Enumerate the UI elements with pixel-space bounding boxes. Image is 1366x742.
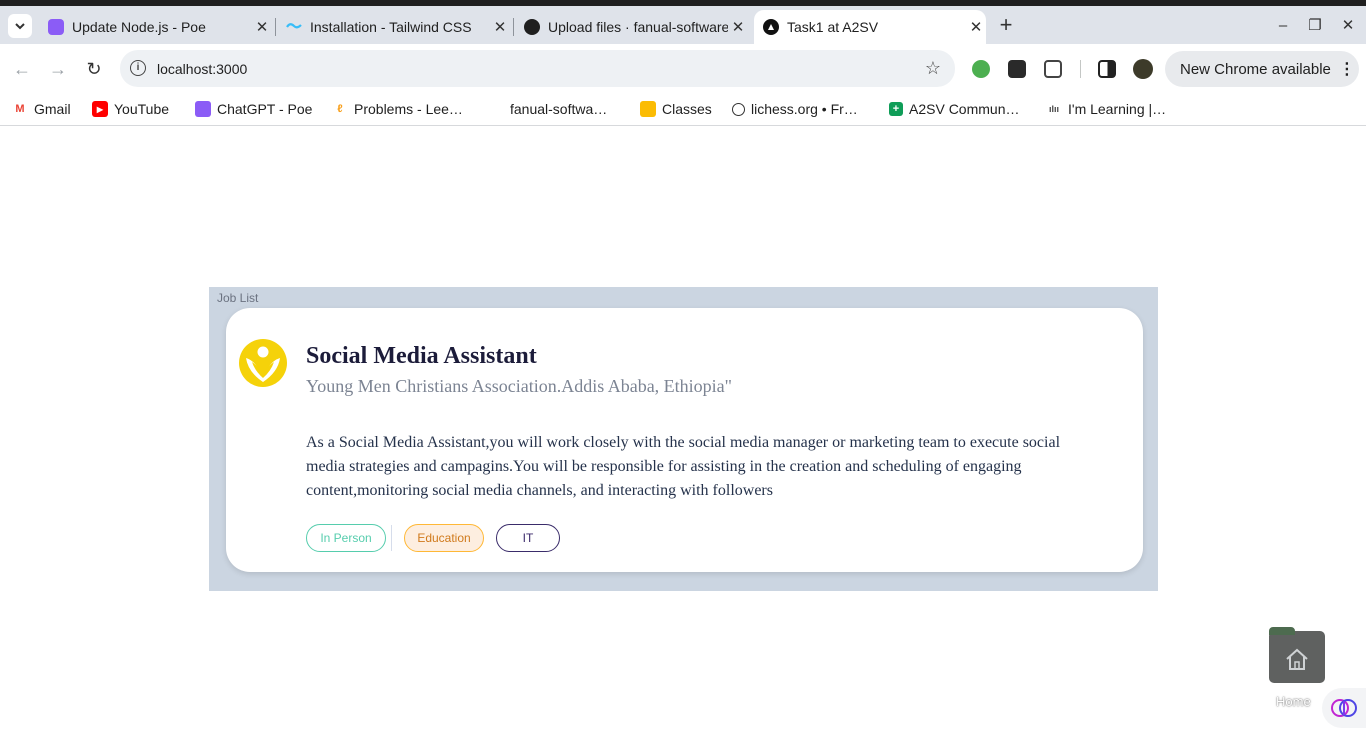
assistant-brain-button[interactable] [1322,688,1366,728]
tab-update-node[interactable]: Update Node.js - Poe ✕ [42,10,272,44]
github-icon [524,19,540,35]
folder-tab [1269,627,1295,635]
update-label: New Chrome available [1180,60,1331,78]
job-title: Social Media Assistant [306,343,537,369]
address-bar[interactable]: i ☆ [120,50,955,87]
close-icon[interactable]: ✕ [252,18,272,36]
poe-icon [195,101,211,117]
bookmarks-bar: M Gmail ▶ YouTube ChatGPT - Poe ℓ Proble… [0,94,1366,126]
bookmark-classes[interactable]: Classes [640,98,712,120]
info-icon[interactable]: i [130,60,146,76]
side-panel-icon[interactable] [1098,60,1116,78]
bookmark-label: ChatGPT - Poe [217,101,313,117]
classroom-icon [640,101,656,117]
tag-separator [391,525,392,551]
chrome-update-button[interactable]: New Chrome available ⋮ [1165,51,1359,87]
more-vert-icon[interactable]: ⋮ [1339,59,1355,79]
lichess-icon [732,102,745,116]
toolbar-separator [1080,60,1081,78]
close-icon[interactable]: ✕ [966,18,986,36]
job-description: As a Social Media Assistant,you will wor… [306,434,1061,499]
new-tab-button[interactable]: + [994,14,1018,38]
job-tags: In Person Education IT [306,524,560,552]
company-logo [239,339,287,387]
bookmark-label: YouTube [114,101,170,117]
bookmark-star-icon[interactable]: ☆ [925,58,941,79]
leetcode-icon: ℓ [337,103,343,115]
gmail-icon: M [15,103,25,115]
home-icon [1286,648,1308,670]
brain-icon [1331,699,1357,717]
bookmark-label: I'm Learning |… [1068,101,1167,117]
bookmark-label: fanual-softwa… [510,101,608,117]
tab-strip: Update Node.js - Poe ✕ Installation - Ta… [0,6,1366,44]
cisco-icon: ılıı [1048,104,1059,114]
bookmark-im-learning[interactable]: ılıı I'm Learning |… [1046,98,1166,120]
url-input[interactable] [157,58,897,80]
bookmark-youtube[interactable]: ▶ YouTube [92,98,169,120]
bookmark-chatgpt-poe[interactable]: ChatGPT - Poe [195,98,312,120]
tailwind-icon [286,19,302,35]
tab-title: Task1 at A2SV [787,19,879,35]
bookmark-label: lichess.org • Fr… [751,101,858,117]
maximize-button[interactable]: ❐ [1303,14,1327,38]
tab-separator [513,18,514,36]
browser-toolbar: ← → ↻ i ☆ New Chrome available ⋮ [0,44,1366,94]
bookmark-gmail[interactable]: M Gmail [12,98,71,120]
bookmark-label: Problems - Lee… [354,101,463,117]
tab-task1-active[interactable]: Task1 at A2SV ✕ [754,10,986,44]
bookmark-lichess[interactable]: lichess.org • Fr… [732,98,858,120]
tab-title: Update Node.js - Poe [72,19,206,35]
profile-avatar[interactable] [1133,59,1153,79]
nextjs-icon [763,19,779,35]
youtube-icon: ▶ [92,101,108,117]
extension-lh-icon[interactable] [1008,60,1026,78]
tag-education: Education [404,524,484,552]
close-window-button[interactable]: ✕ [1336,14,1360,38]
close-icon[interactable]: ✕ [728,18,748,36]
bookmark-label: Classes [662,101,712,117]
tab-tailwind[interactable]: Installation - Tailwind CSS ✕ [280,10,510,44]
extension-green-icon[interactable] [972,60,990,78]
job-card[interactable]: Social Media Assistant Young Men Christi… [226,308,1143,572]
home-label: Home [1276,694,1311,709]
job-list-section: Job List Social Media Assistant Young Me… [209,287,1158,591]
minimize-button[interactable]: – [1271,14,1295,38]
back-button[interactable]: ← [10,57,34,81]
forward-button[interactable]: → [46,57,70,81]
extensions-puzzle-icon[interactable] [1044,60,1062,78]
tag-in-person: In Person [306,524,386,552]
reload-button[interactable]: ↻ [82,57,106,81]
job-list-label: Job List [217,291,259,305]
poe-icon [48,19,64,35]
bookmark-label: A2SV Commun… [909,101,1020,117]
tab-search-button[interactable] [8,14,32,38]
close-icon[interactable]: ✕ [490,18,510,36]
bookmark-a2sv-community[interactable]: + A2SV Commun… [889,98,1019,120]
bookmark-fanual[interactable]: fanual-softwa… [488,98,607,120]
github-icon [488,101,504,117]
bookmark-label: Gmail [34,101,71,117]
tab-title: Installation - Tailwind CSS [310,19,472,35]
sheets-icon: + [889,102,903,116]
page-content: Job List Social Media Assistant Young Me… [0,127,1366,742]
tab-github-upload[interactable]: Upload files · fanual-software ✕ [518,10,748,44]
job-company-location: Young Men Christians Association.Addis A… [306,376,733,396]
bookmark-leetcode[interactable]: ℓ Problems - Lee… [332,98,463,120]
home-folder-widget[interactable] [1269,627,1325,683]
tag-it: IT [496,524,560,552]
tab-separator [275,18,276,36]
tab-title: Upload files · fanual-software [548,19,728,35]
chevron-down-icon [15,23,25,30]
